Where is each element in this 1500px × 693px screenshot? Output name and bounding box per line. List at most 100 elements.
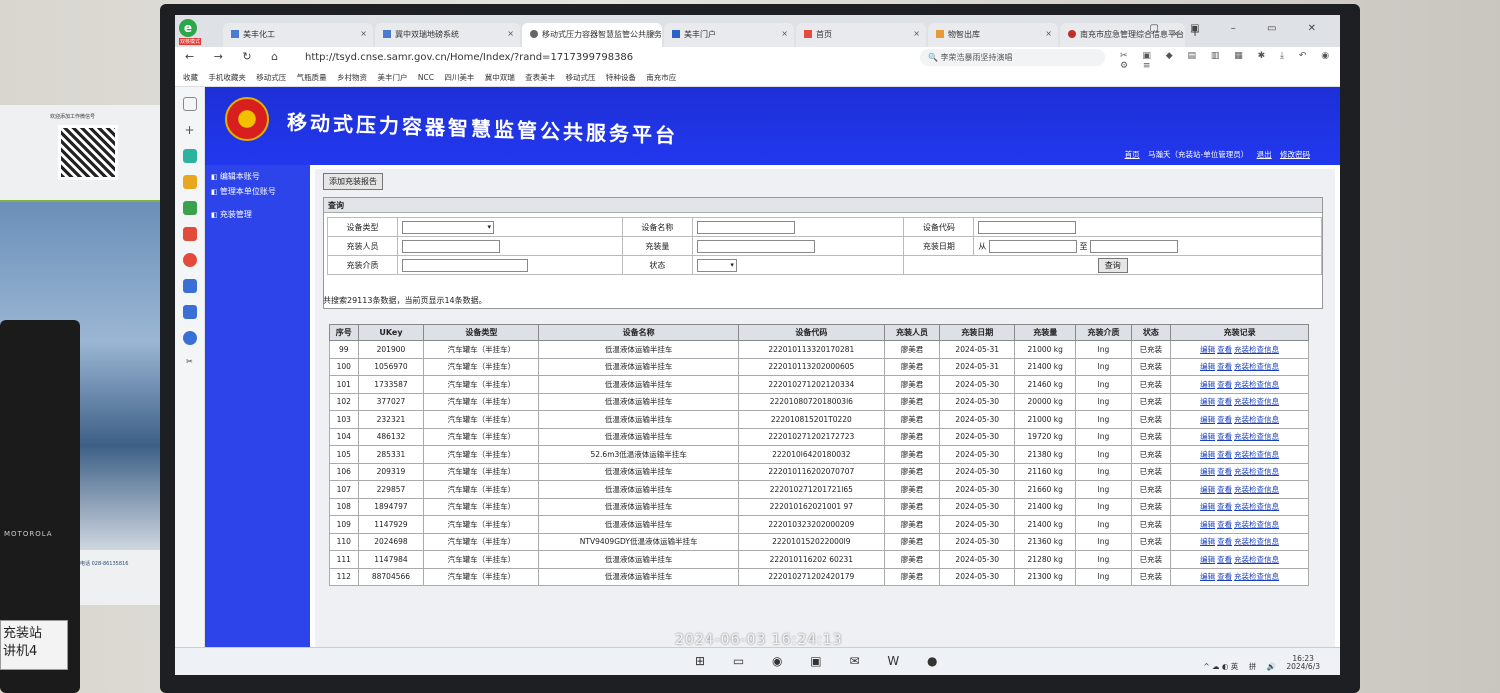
nav-buttons[interactable]: ← → ↻ ⌂	[185, 50, 286, 63]
inspection-info-link[interactable]: 充装检查信息	[1234, 485, 1279, 494]
edit-link[interactable]: 编辑	[1200, 520, 1215, 529]
pdf-icon[interactable]	[182, 227, 197, 241]
inspection-info-link[interactable]: 充装检查信息	[1234, 467, 1279, 476]
close-icon[interactable]: ×	[913, 29, 920, 38]
tab-3-active[interactable]: 移动式压力容器智慧监管公共服务平台×	[522, 23, 662, 47]
bookmark[interactable]: 乡村物资	[337, 73, 367, 82]
home-icon[interactable]	[182, 97, 197, 111]
tab-1[interactable]: 美丰化工 ×	[223, 23, 373, 47]
view-link[interactable]: 查看	[1217, 555, 1232, 564]
bookmark[interactable]: 移动式压	[566, 73, 596, 82]
edit-link[interactable]: 编辑	[1200, 485, 1215, 494]
ime-indicator[interactable]: 英	[1231, 662, 1239, 671]
close-icon[interactable]: ×	[360, 29, 367, 38]
edit-link[interactable]: 编辑	[1200, 537, 1215, 546]
video-icon[interactable]	[182, 253, 197, 267]
nav-filling-management[interactable]: 充装管理	[205, 207, 310, 222]
add-icon[interactable]: +	[183, 123, 197, 137]
nav-edit-account[interactable]: 编辑本账号	[205, 169, 310, 184]
bookmark[interactable]: 冀中双瑞	[485, 73, 515, 82]
amount-input[interactable]	[696, 239, 815, 253]
view-link[interactable]: 查看	[1217, 397, 1232, 406]
bookmark[interactable]: 四川美丰	[444, 73, 474, 82]
home-link[interactable]: 首页	[1125, 150, 1140, 159]
edit-link[interactable]: 编辑	[1200, 450, 1215, 459]
close-icon[interactable]: ×	[507, 29, 514, 38]
scissors-icon[interactable]: ✂	[183, 357, 197, 371]
bookmark[interactable]: NCC	[418, 73, 434, 82]
bookmark[interactable]: 特种设备	[606, 73, 636, 82]
edit-link[interactable]: 编辑	[1200, 345, 1215, 354]
bookmark[interactable]: 移动式压	[256, 73, 286, 82]
bookmark[interactable]: 查表美丰	[525, 73, 555, 82]
doc-icon[interactable]	[182, 305, 197, 319]
tab-4[interactable]: 美丰门户 ×	[664, 23, 794, 47]
translate-icon[interactable]	[182, 331, 197, 345]
game-icon[interactable]	[182, 201, 197, 215]
bookmark[interactable]: 气瓶质量	[297, 73, 327, 82]
edit-link[interactable]: 编辑	[1200, 467, 1215, 476]
inspection-info-link[interactable]: 充装检查信息	[1234, 572, 1279, 581]
close-icon[interactable]: ×	[649, 29, 656, 38]
search-input[interactable]: 🔍 李荣浩暴雨坚持演唱	[920, 49, 1105, 66]
close-icon[interactable]: ×	[1045, 29, 1052, 38]
tab-5[interactable]: 首页 ×	[796, 23, 926, 47]
edit-link[interactable]: 编辑	[1200, 380, 1215, 389]
inspection-info-link[interactable]: 充装检查信息	[1234, 502, 1279, 511]
search-button[interactable]: 查询	[1097, 257, 1128, 273]
window-controls[interactable]: ▢ ▣ – ▭ ✕	[1150, 23, 1330, 34]
toolbar-icons[interactable]: ✂ ▣ ◆ ▤ ▥ ▦ ✱ ⤓ ↶ ◉ ⚙ ≡	[1120, 51, 1340, 71]
device-code-input[interactable]	[978, 220, 1077, 234]
date-to-input[interactable]	[1090, 239, 1179, 253]
view-link[interactable]: 查看	[1217, 485, 1232, 494]
device-type-select[interactable]: ▾	[402, 220, 494, 234]
browser-logo-icon[interactable]: e 双核模式	[179, 19, 201, 45]
inspection-info-link[interactable]: 充装检查信息	[1234, 432, 1279, 441]
filler-input[interactable]	[402, 239, 500, 253]
clock[interactable]: 16:23 2024/6/3	[1286, 655, 1320, 671]
view-link[interactable]: 查看	[1217, 467, 1232, 476]
view-link[interactable]: 查看	[1217, 450, 1232, 459]
inspection-info-link[interactable]: 充装检查信息	[1234, 345, 1279, 354]
edit-link[interactable]: 编辑	[1200, 432, 1215, 441]
edit-link[interactable]: 编辑	[1200, 572, 1215, 581]
bookmark[interactable]: 美丰门户	[377, 73, 407, 82]
edit-link[interactable]: 编辑	[1200, 362, 1215, 371]
tray-icons[interactable]: ^ ☁ ◐	[1203, 662, 1230, 671]
star-icon[interactable]	[182, 175, 197, 189]
view-link[interactable]: 查看	[1217, 572, 1232, 581]
tab-2[interactable]: 冀中双瑞地磅系统 ×	[375, 23, 520, 47]
change-password-link[interactable]: 修改密码	[1280, 150, 1310, 159]
add-report-button[interactable]: 添加充装报告	[323, 173, 383, 190]
medium-input[interactable]	[402, 258, 528, 272]
bookmark[interactable]: 收藏	[183, 73, 198, 82]
tab-6[interactable]: 物智出库 ×	[928, 23, 1058, 47]
mail-icon[interactable]	[182, 279, 197, 293]
bookmark[interactable]: 手机收藏夹	[208, 73, 246, 82]
view-link[interactable]: 查看	[1217, 345, 1232, 354]
edit-link[interactable]: 编辑	[1200, 397, 1215, 406]
view-link[interactable]: 查看	[1217, 380, 1232, 389]
inspection-info-link[interactable]: 充装检查信息	[1234, 415, 1279, 424]
inspection-info-link[interactable]: 充装检查信息	[1234, 537, 1279, 546]
ime-mode[interactable]: 拼	[1249, 662, 1257, 671]
app-icon[interactable]	[182, 149, 197, 163]
inspection-info-link[interactable]: 充装检查信息	[1234, 450, 1279, 459]
url-field[interactable]: http://tsyd.cnse.samr.gov.cn/Home/Index/…	[305, 52, 633, 63]
view-link[interactable]: 查看	[1217, 502, 1232, 511]
inspection-info-link[interactable]: 充装检查信息	[1234, 380, 1279, 389]
view-link[interactable]: 查看	[1217, 415, 1232, 424]
close-icon[interactable]: ×	[781, 29, 788, 38]
device-name-input[interactable]	[696, 220, 795, 234]
bookmark[interactable]: 南充市应	[646, 73, 676, 82]
edit-link[interactable]: 编辑	[1200, 415, 1215, 424]
edit-link[interactable]: 编辑	[1200, 555, 1215, 564]
view-link[interactable]: 查看	[1217, 432, 1232, 441]
nav-manage-accounts[interactable]: 管理本单位账号	[205, 184, 310, 199]
edit-link[interactable]: 编辑	[1200, 502, 1215, 511]
inspection-info-link[interactable]: 充装检查信息	[1234, 362, 1279, 371]
inspection-info-link[interactable]: 充装检查信息	[1234, 520, 1279, 529]
logout-link[interactable]: 退出	[1257, 150, 1272, 159]
status-select[interactable]: ▾	[696, 258, 737, 272]
view-link[interactable]: 查看	[1217, 537, 1232, 546]
